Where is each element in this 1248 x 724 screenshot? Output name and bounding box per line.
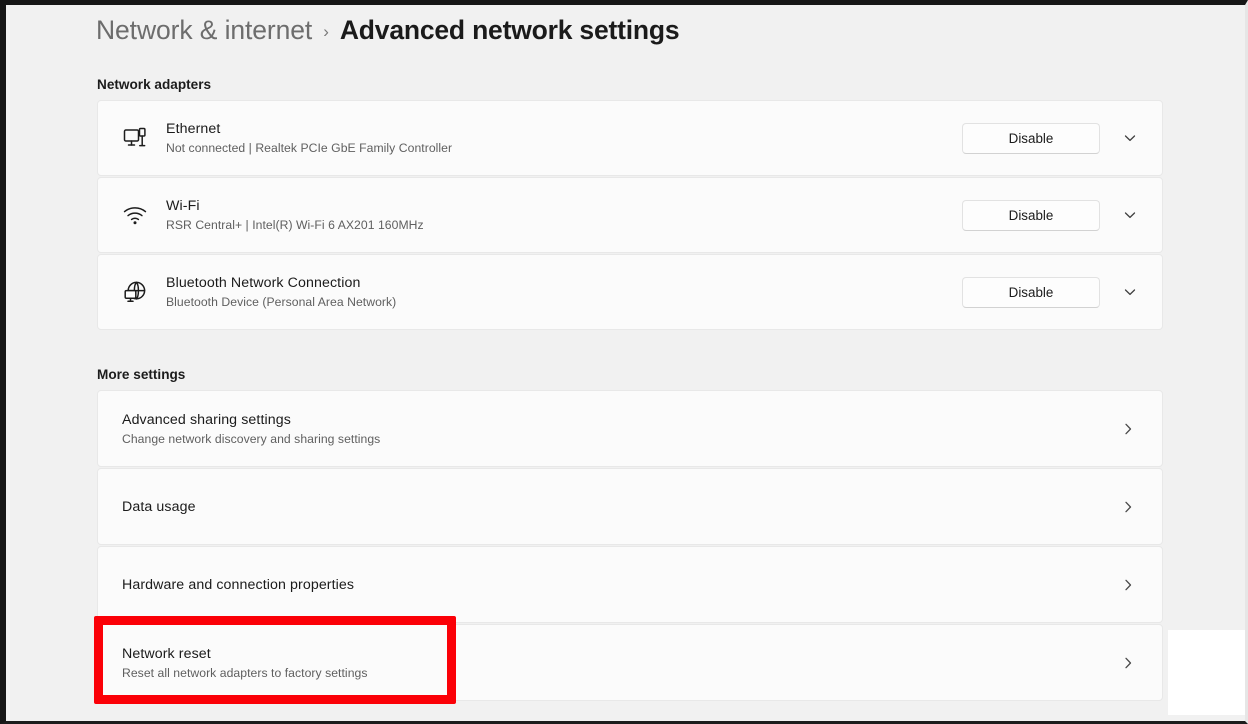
wifi-icon xyxy=(104,201,166,229)
adapter-title: Ethernet xyxy=(166,121,221,137)
chevron-right-icon[interactable] xyxy=(1108,565,1148,605)
disable-button-wifi[interactable]: Disable xyxy=(962,199,1100,231)
breadcrumb-parent-link[interactable]: Network & internet xyxy=(96,15,312,46)
setting-info: Network reset Reset all network adapters… xyxy=(98,645,1108,681)
bluetooth-network-icon xyxy=(104,278,166,306)
section-heading-network-adapters: Network adapters xyxy=(97,77,212,92)
more-settings-list: Advanced sharing settings Change network… xyxy=(97,390,1163,702)
setting-row-network-reset[interactable]: Network reset Reset all network adapters… xyxy=(97,624,1163,701)
disable-button-ethernet[interactable]: Disable xyxy=(962,122,1100,154)
setting-subtitle: Change network discovery and sharing set… xyxy=(122,431,381,446)
adapter-row-bluetooth[interactable]: Bluetooth Network Connection Bluetooth D… xyxy=(97,254,1163,330)
setting-subtitle: Reset all network adapters to factory se… xyxy=(122,665,368,680)
adapter-row-ethernet[interactable]: Ethernet Not connected | Realtek PCIe Gb… xyxy=(97,100,1163,176)
chevron-down-icon[interactable] xyxy=(1112,274,1148,310)
network-adapters-list: Ethernet Not connected | Realtek PCIe Gb… xyxy=(97,100,1163,331)
setting-title: Advanced sharing settings xyxy=(122,411,291,428)
adapter-info: Ethernet Not connected | Realtek PCIe Gb… xyxy=(166,120,962,156)
corner-overlay-patch xyxy=(1168,630,1245,715)
chevron-right-icon: › xyxy=(323,21,329,41)
adapter-subtitle: Bluetooth Device (Personal Area Network) xyxy=(166,295,397,309)
adapter-info: Wi-Fi RSR Central+ | Intel(R) Wi-Fi 6 AX… xyxy=(166,197,962,233)
chevron-down-icon[interactable] xyxy=(1112,197,1148,233)
breadcrumb: Network & internet › Advanced network se… xyxy=(96,15,680,46)
adapter-subtitle: RSR Central+ | Intel(R) Wi-Fi 6 AX201 16… xyxy=(166,218,424,232)
ethernet-icon xyxy=(104,124,166,152)
chevron-right-icon[interactable] xyxy=(1108,643,1148,683)
section-heading-more-settings: More settings xyxy=(97,367,186,382)
settings-page: Network & internet › Advanced network se… xyxy=(0,0,1248,724)
adapter-row-wifi[interactable]: Wi-Fi RSR Central+ | Intel(R) Wi-Fi 6 AX… xyxy=(97,177,1163,253)
setting-row-data-usage[interactable]: Data usage xyxy=(97,468,1163,545)
setting-info: Advanced sharing settings Change network… xyxy=(98,411,1108,447)
setting-info: Data usage xyxy=(98,498,1108,516)
adapter-subtitle: Not connected | Realtek PCIe GbE Family … xyxy=(166,141,453,155)
chevron-right-icon[interactable] xyxy=(1108,409,1148,449)
setting-title: Network reset xyxy=(122,645,211,662)
disable-button-bluetooth[interactable]: Disable xyxy=(962,276,1100,308)
page-title: Advanced network settings xyxy=(339,15,680,45)
setting-row-advanced-sharing-settings[interactable]: Advanced sharing settings Change network… xyxy=(97,390,1163,467)
adapter-title: Bluetooth Network Connection xyxy=(166,275,361,291)
setting-info: Hardware and connection properties xyxy=(98,576,1108,594)
chevron-right-icon[interactable] xyxy=(1108,487,1148,527)
setting-title: Hardware and connection properties xyxy=(122,576,355,593)
setting-title: Data usage xyxy=(122,498,196,515)
chevron-down-icon[interactable] xyxy=(1112,120,1148,156)
setting-row-hardware-and-connection-properties[interactable]: Hardware and connection properties xyxy=(97,546,1163,623)
adapter-title: Wi-Fi xyxy=(166,198,200,214)
adapter-info: Bluetooth Network Connection Bluetooth D… xyxy=(166,274,962,310)
